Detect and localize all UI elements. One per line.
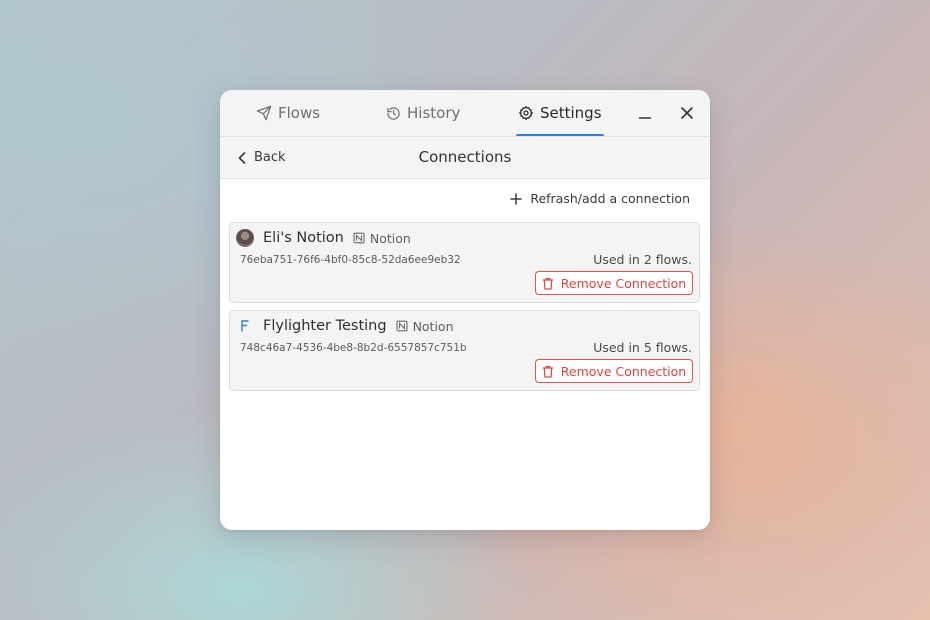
connection-id: 748c46a7-4536-4be8-8b2d-6557857c751b (240, 342, 467, 354)
connection-id: 76eba751-76f6-4bf0-85c8-52da6ee9eb32 (240, 254, 461, 266)
trash-icon (542, 365, 561, 378)
notion-icon (396, 320, 413, 332)
usage-count: Used in 2 flows. (593, 252, 692, 267)
tab-bar: Flows History Settings (220, 90, 710, 137)
avatar (236, 229, 254, 247)
plus-icon (510, 192, 530, 205)
tab-settings-label: Settings (540, 104, 602, 122)
minimize-icon (638, 106, 652, 120)
connection-card: Flylighter Testing Notion 748c46a7-4536-… (229, 310, 700, 391)
connection-card: Eli's Notion Notion 76eba751-76f6-4bf0-8… (229, 222, 700, 303)
trash-icon (542, 277, 561, 290)
settings-window: Flows History Settings Connections Back … (220, 90, 710, 530)
service-tag: Notion (353, 231, 411, 246)
flylighter-logo-icon (236, 317, 254, 335)
notion-icon (353, 232, 370, 244)
service-label: Notion (369, 230, 411, 246)
chevron-left-icon (238, 151, 254, 164)
remove-connection-button[interactable]: Remove Connection (535, 271, 693, 295)
tab-flows[interactable]: Flows (256, 90, 320, 136)
tab-flows-label: Flows (278, 104, 321, 122)
connection-name: Flylighter Testing (263, 318, 387, 334)
gear-icon (518, 105, 540, 121)
refresh-label: Refrash/add a connection (530, 191, 690, 206)
tab-history[interactable]: History (386, 90, 460, 136)
sub-header: Connections Back (220, 137, 710, 179)
connection-header: Flylighter Testing Notion (236, 316, 454, 336)
close-button[interactable] (676, 102, 698, 124)
service-label: Notion (412, 318, 454, 334)
page-title: Connections (418, 148, 512, 166)
back-button[interactable]: Back (238, 137, 286, 178)
connection-name: Eli's Notion (263, 230, 344, 246)
back-label: Back (254, 150, 286, 165)
remove-label: Remove Connection (560, 275, 687, 291)
remove-connection-button[interactable]: Remove Connection (535, 359, 693, 383)
tab-history-label: History (407, 104, 461, 122)
tab-settings[interactable]: Settings (516, 90, 604, 136)
send-icon (256, 105, 278, 121)
minimize-button[interactable] (634, 102, 656, 124)
connection-header: Eli's Notion Notion (236, 228, 411, 248)
history-icon (386, 106, 407, 121)
service-tag: Notion (396, 319, 454, 334)
remove-label: Remove Connection (560, 363, 687, 379)
close-icon (680, 106, 694, 120)
refresh-add-connection-button[interactable]: Refrash/add a connection (510, 191, 690, 206)
usage-count: Used in 5 flows. (593, 340, 692, 355)
